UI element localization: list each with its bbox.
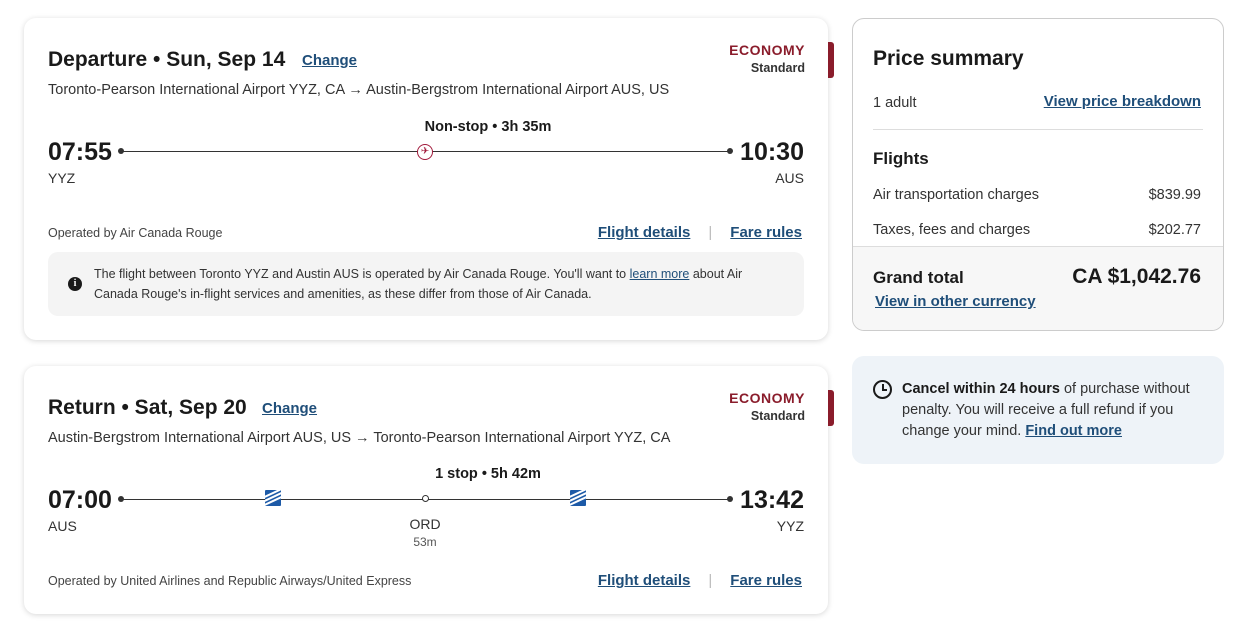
- view-other-currency-link[interactable]: View in other currency: [875, 293, 1036, 310]
- return-summary: 1 stop • 5h 42m: [435, 466, 541, 482]
- fare-rules-link[interactable]: Fare rules: [730, 224, 802, 241]
- cabin-name: ECONOMY: [729, 42, 805, 58]
- departure-title: Departure • Sun, Sep 14: [48, 48, 286, 71]
- price-summary-card: Price summary 1 adult View price breakdo…: [852, 18, 1224, 331]
- rouge-notice: i The flight between Toronto YYZ and Aus…: [48, 252, 804, 316]
- fare-type: Standard: [750, 409, 805, 423]
- united-airlines-icon: [265, 490, 281, 506]
- link-separator: |: [708, 224, 713, 241]
- return-change-link[interactable]: Change: [262, 400, 317, 417]
- return-destination-code: YYZ: [776, 518, 804, 534]
- departure-time: 07:55: [48, 138, 112, 166]
- departure-summary: Non-stop • 3h 35m: [424, 119, 552, 135]
- cancel-policy-text: Cancel within 24 hours of purchase witho…: [902, 379, 1202, 442]
- cabin-accent-bar: [828, 42, 834, 78]
- timeline-end-dot: [727, 496, 733, 502]
- cabin-accent-bar: [828, 390, 834, 426]
- price-row-amount: $839.99: [1148, 187, 1201, 203]
- return-departure-time: 07:00: [48, 486, 112, 514]
- passenger-count: 1 adult: [873, 95, 917, 111]
- departure-origin-code: YYZ: [48, 170, 76, 186]
- divider: [873, 129, 1203, 130]
- united-airlines-icon: [570, 490, 586, 506]
- notice-text-start: The flight between Toronto YYZ and Austi…: [94, 267, 630, 281]
- departure-route: Toronto-Pearson International Airport YY…: [48, 82, 670, 98]
- price-row-amount: $202.77: [1148, 222, 1201, 238]
- price-row-label: Air transportation charges: [873, 187, 1040, 203]
- timeline-end-dot: [727, 148, 733, 154]
- fare-type: Standard: [750, 61, 805, 75]
- flight-details-link[interactable]: Flight details: [598, 224, 691, 241]
- cancel-policy-box: Cancel within 24 hours of purchase witho…: [852, 356, 1224, 464]
- price-row: Air transportation charges $839.99: [873, 187, 1201, 203]
- info-icon: i: [68, 277, 82, 291]
- return-links: Flight details | Fare rules: [598, 572, 802, 589]
- departure-card: Departure • Sun, Sep 14 Change Toronto-P…: [24, 18, 834, 340]
- arrival-time: 10:30: [740, 138, 804, 166]
- return-title: Return • Sat, Sep 20: [48, 396, 247, 419]
- cabin-name: ECONOMY: [729, 390, 805, 406]
- return-card: Return • Sat, Sep 20 Change Austin-Bergs…: [24, 366, 834, 614]
- find-out-more-link[interactable]: Find out more: [1025, 423, 1122, 439]
- return-arrival-time: 13:42: [740, 486, 804, 514]
- grand-total-label: Grand total: [873, 268, 964, 287]
- return-cabin: ECONOMY Standard: [729, 390, 805, 423]
- operated-by: Operated by Air Canada Rouge: [48, 226, 223, 240]
- departure-cabin: ECONOMY Standard: [729, 42, 805, 75]
- grand-total-section: Grand total CA $1,042.76 View in other c…: [853, 246, 1223, 330]
- cancel-policy-bold: Cancel within 24 hours: [902, 381, 1060, 397]
- departure-links: Flight details | Fare rules: [598, 224, 802, 241]
- notice-text: The flight between Toronto YYZ and Austi…: [94, 264, 774, 304]
- price-row: Taxes, fees and charges $202.77: [873, 222, 1201, 238]
- price-row-label: Taxes, fees and charges: [873, 222, 1031, 238]
- air-canada-rouge-icon: ✈: [417, 144, 433, 160]
- flights-section-title: Flights: [873, 149, 929, 168]
- fare-rules-link[interactable]: Fare rules: [730, 572, 802, 589]
- return-origin-code: AUS: [48, 518, 77, 534]
- stop-dot: [422, 495, 429, 502]
- flight-details-link[interactable]: Flight details: [598, 572, 691, 589]
- clock-icon: [873, 380, 892, 399]
- operated-by: Operated by United Airlines and Republic…: [48, 574, 412, 588]
- layover-duration: 53m: [413, 535, 437, 549]
- price-summary-title: Price summary: [873, 47, 1024, 70]
- departure-destination-code: AUS: [775, 170, 804, 186]
- stop-airport-code: ORD: [409, 516, 441, 532]
- link-separator: |: [708, 572, 713, 589]
- learn-more-link[interactable]: learn more: [630, 267, 690, 281]
- return-route: Austin-Bergstrom International Airport A…: [48, 430, 671, 446]
- departure-change-link[interactable]: Change: [302, 52, 357, 69]
- grand-total-amount: CA $1,042.76: [1072, 265, 1201, 288]
- view-price-breakdown-link[interactable]: View price breakdown: [1044, 93, 1201, 110]
